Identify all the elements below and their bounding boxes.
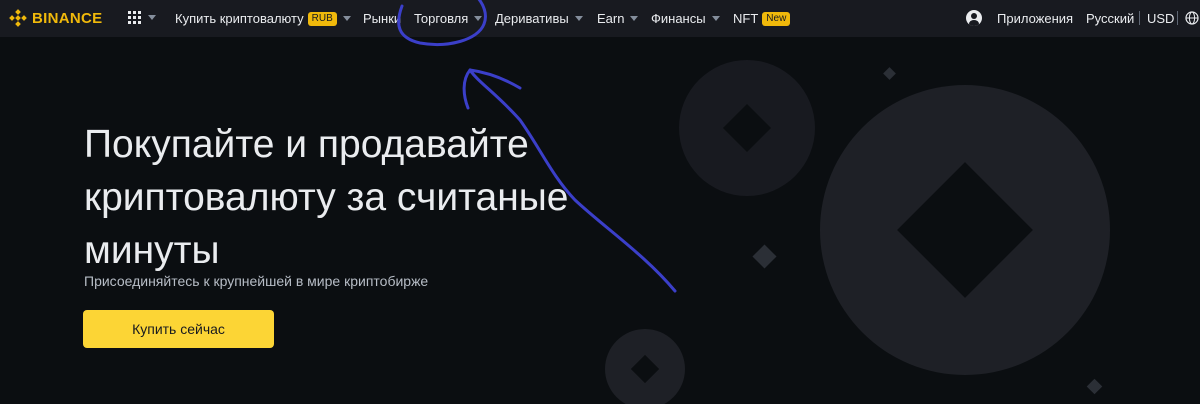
buy-now-button[interactable]: Купить сейчас xyxy=(83,310,274,348)
hero-title: Покупайте и продавайте криптовалюту за с… xyxy=(84,118,684,277)
diamond-shape xyxy=(1086,378,1103,395)
diamond-shape xyxy=(752,244,777,269)
hero-title-line: Покупайте и продавайте xyxy=(84,123,529,166)
annotation-circle xyxy=(397,0,487,46)
hero-subtitle: Присоединяйтесь к крупнейшей в мире крип… xyxy=(84,273,429,289)
hero-title-line: криптовалюту за считаные xyxy=(84,176,569,219)
hero-title-line: минуты xyxy=(84,229,220,272)
diamond-shape xyxy=(883,67,896,80)
